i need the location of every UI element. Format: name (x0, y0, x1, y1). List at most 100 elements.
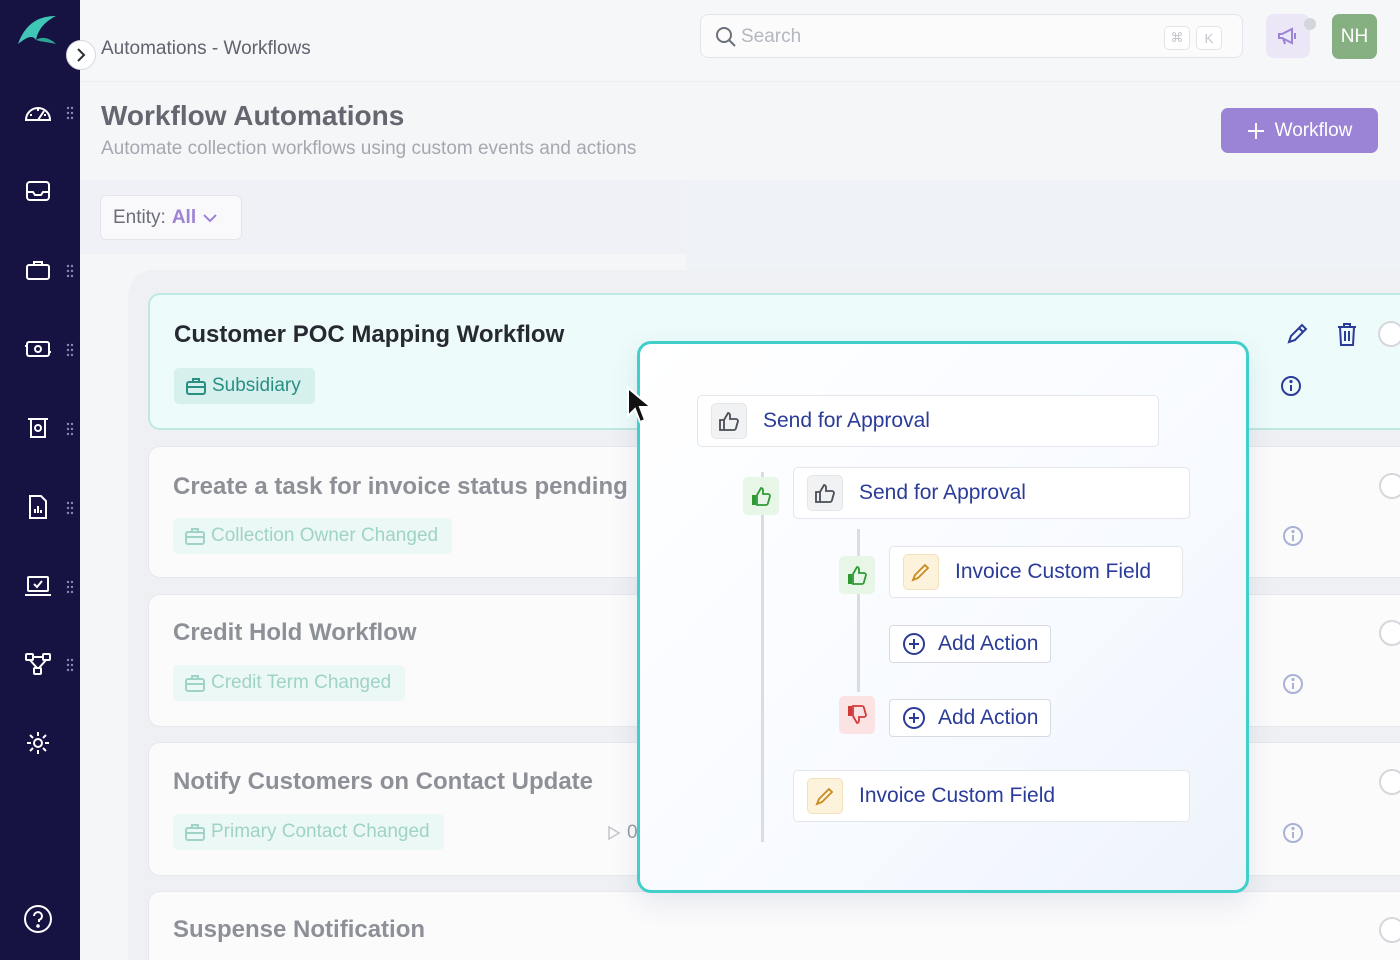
workflow-toggle[interactable] (1378, 321, 1400, 347)
page-subtitle: Automate collection workflows using cust… (101, 138, 637, 159)
filter-bar-background (686, 180, 1400, 270)
drag-handle-icon[interactable] (66, 422, 74, 436)
flow-step-label: Invoice Custom Field (955, 560, 1152, 583)
workflow-name: Suspense Notification (173, 916, 426, 943)
info-icon[interactable] (1280, 671, 1306, 697)
search-icon (716, 27, 736, 47)
drag-handle-icon[interactable] (66, 580, 74, 594)
mouse-cursor-icon (627, 386, 654, 424)
add-action-label: Add Action (938, 706, 1039, 729)
workflow-toggle[interactable] (1379, 473, 1400, 499)
workflow-name: Notify Customers on Contact Update (173, 768, 594, 795)
workflow-card[interactable]: Suspense Notification (148, 891, 1400, 960)
chevron-down-icon (203, 213, 217, 222)
drag-handle-icon[interactable] (66, 658, 74, 672)
briefcase-icon[interactable] (22, 254, 54, 286)
flow-step-invoice-custom-field[interactable]: Invoice Custom Field (793, 770, 1190, 822)
drag-handle-icon[interactable] (66, 501, 74, 515)
drag-handle-icon[interactable] (66, 106, 74, 120)
workflow-name: Customer POC Mapping Workflow (174, 321, 565, 348)
add-workflow-label: Workflow (1274, 119, 1353, 141)
plus-circle-icon (903, 633, 925, 655)
workflow-trigger-label: Credit Term Changed (211, 672, 392, 693)
flow-step-send-for-approval[interactable]: Send for Approval (793, 467, 1190, 519)
play-icon (608, 825, 621, 841)
report-chart-icon[interactable] (22, 491, 54, 523)
flow-step-label: Invoice Custom Field (859, 784, 1056, 807)
flow-connector (761, 472, 764, 842)
flow-connector (857, 529, 860, 692)
edit-workflow-button[interactable] (1282, 319, 1312, 349)
entity-filter-value: All (171, 206, 197, 228)
thumbs-up-icon (711, 403, 747, 439)
info-icon[interactable] (1280, 820, 1306, 846)
info-icon[interactable] (1278, 373, 1304, 399)
settings-gear-icon[interactable] (22, 727, 54, 759)
briefcase-icon (185, 824, 205, 841)
workflow-toggle[interactable] (1379, 917, 1400, 943)
run-count: 0 (627, 822, 638, 843)
drag-handle-icon[interactable] (66, 343, 74, 357)
add-action-label: Add Action (938, 632, 1039, 655)
flow-step-label: Send for Approval (763, 409, 930, 432)
shortcut-k-key: K (1196, 26, 1222, 50)
plus-circle-icon (903, 707, 925, 729)
workflow-trigger-tag: Subsidiary (174, 368, 315, 404)
plus-icon (1247, 122, 1264, 139)
approved-branch-icon (743, 477, 779, 515)
help-circle-icon[interactable] (22, 903, 54, 935)
search-input[interactable]: Search ⌘ K (700, 14, 1243, 58)
chevron-right-icon (77, 48, 86, 62)
fin-logo-icon[interactable] (16, 14, 58, 48)
trash-icon (1338, 323, 1356, 346)
flow-step-send-for-approval[interactable]: Send for Approval (697, 395, 1159, 447)
approved-branch-icon (839, 556, 875, 594)
top-bar: Automations - Workflows Search ⌘ K NH (80, 0, 1400, 82)
info-icon[interactable] (1280, 523, 1306, 549)
megaphone-icon (1278, 27, 1296, 45)
workflow-toggle[interactable] (1379, 769, 1400, 795)
announcements-button[interactable] (1266, 14, 1310, 58)
laptop-check-icon[interactable] (22, 570, 54, 602)
thumbs-up-icon (807, 475, 843, 511)
workflow-trigger-label: Subsidiary (212, 375, 301, 396)
payments-cash-icon[interactable] (22, 333, 54, 365)
workflow-nodes-icon[interactable] (22, 648, 54, 680)
inbox-icon[interactable] (22, 175, 54, 207)
workflow-name: Credit Hold Workflow (173, 619, 417, 646)
briefcase-icon (185, 528, 205, 545)
rejected-branch-icon (839, 696, 875, 734)
avatar[interactable]: NH (1332, 14, 1377, 59)
page-title: Workflow Automations (101, 100, 405, 131)
workflow-toggle[interactable] (1379, 620, 1400, 646)
pencil-icon (807, 778, 843, 814)
sidebar (0, 0, 80, 960)
add-action-button[interactable]: Add Action (889, 699, 1052, 737)
flow-step-label: Send for Approval (859, 481, 1026, 504)
dashboard-gauge-icon[interactable] (22, 96, 54, 128)
briefcase-icon (185, 675, 205, 692)
add-workflow-button[interactable]: Workflow (1221, 108, 1378, 153)
workflow-trigger-label: Collection Owner Changed (211, 525, 439, 546)
pencil-icon (1287, 323, 1308, 344)
entity-filter-dropdown[interactable]: Entity: All (100, 195, 242, 240)
drag-handle-icon[interactable] (66, 264, 74, 278)
workflow-trigger-tag: Primary Contact Changed (173, 814, 444, 850)
receipt-icon[interactable] (22, 412, 54, 444)
flow-step-invoice-custom-field[interactable]: Invoice Custom Field (889, 546, 1183, 598)
briefcase-icon (186, 378, 206, 395)
workflow-flow-preview: Send for Approval Send for Approval Invo… (637, 341, 1249, 893)
workflow-trigger-label: Primary Contact Changed (211, 821, 430, 842)
workflow-name: Create a task for invoice status pending (173, 473, 628, 500)
shortcut-cmd-key: ⌘ (1164, 26, 1190, 50)
notification-dot (1304, 18, 1316, 30)
pencil-icon (903, 554, 939, 590)
breadcrumb: Automations - Workflows (101, 38, 311, 59)
entity-filter-label: Entity: (113, 206, 166, 228)
add-action-button[interactable]: Add Action (889, 625, 1052, 663)
delete-workflow-button[interactable] (1332, 319, 1362, 349)
search-placeholder: Search (741, 26, 802, 47)
workflow-trigger-tag: Collection Owner Changed (173, 518, 453, 554)
sidebar-expand-button[interactable] (66, 40, 96, 70)
workflow-trigger-tag: Credit Term Changed (173, 665, 406, 701)
